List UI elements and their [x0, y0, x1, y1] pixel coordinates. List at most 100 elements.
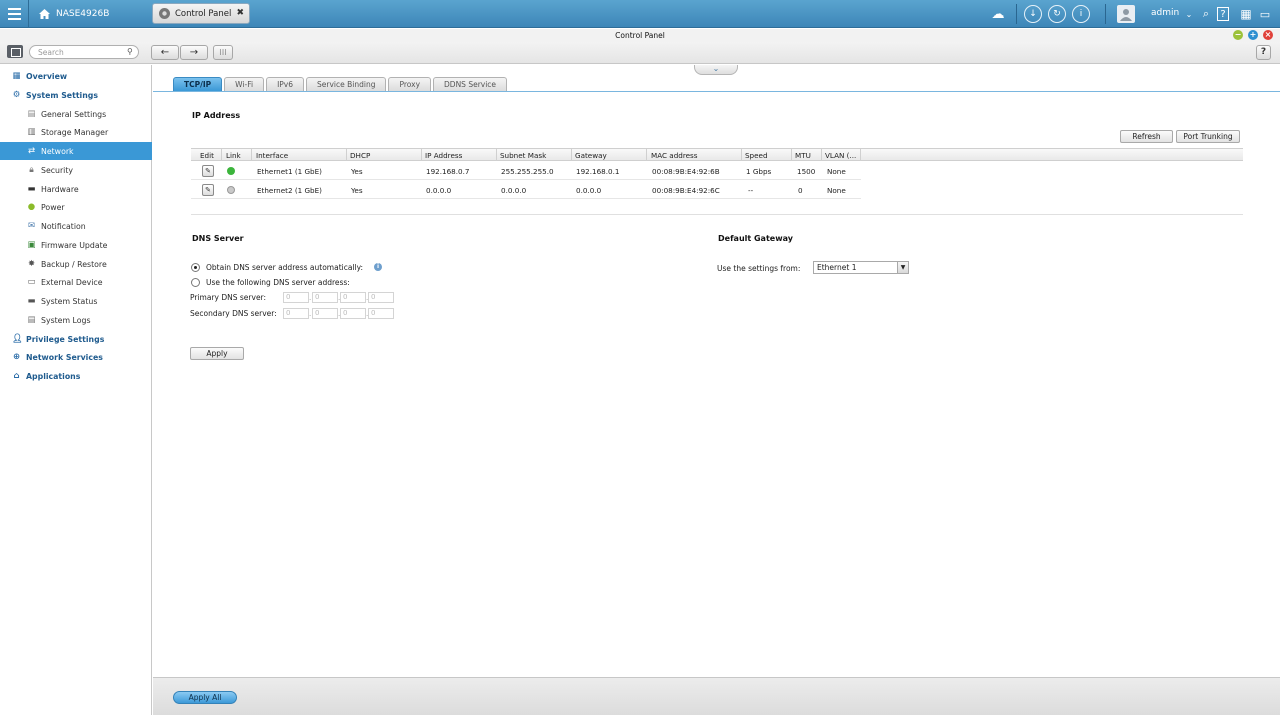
primary-dns-octet-3[interactable]: 0 [340, 292, 366, 303]
log-icon: ▤ [27, 314, 36, 325]
dns-server-heading: DNS Server [192, 234, 244, 243]
user-name[interactable]: admin [1151, 8, 1179, 18]
window-title: Control Panel [615, 31, 665, 40]
dns-auto-label: Obtain DNS server address automatically: [206, 263, 364, 272]
chevron-down-icon[interactable]: ⌄ [1180, 5, 1198, 23]
sidebar-item-system-logs[interactable]: ▤ System Logs [0, 311, 152, 329]
gateway-use-label: Use the settings from: [717, 264, 801, 273]
sidebar-item-power[interactable]: ● Power [0, 198, 152, 216]
device-name: NASE4926B [56, 8, 110, 19]
cell-mac-address: 00:08:9B:E4:92:6B [652, 167, 720, 176]
tab-bar: TCP/IP Wi-Fi IPv6 Service Binding Proxy … [173, 77, 508, 91]
tab-service-binding[interactable]: Service Binding [306, 77, 387, 91]
cell-gateway: 0.0.0.0 [576, 186, 602, 195]
search-placeholder: Search [38, 48, 64, 57]
refresh-button[interactable]: Refresh [1120, 130, 1173, 143]
cell-gateway: 192.168.0.1 [576, 167, 620, 176]
info-icon[interactable]: i [374, 263, 382, 271]
help-icon[interactable]: ? [1217, 7, 1229, 21]
sidebar-item-system-status[interactable]: ▬ System Status [0, 292, 152, 310]
apply-all-button[interactable]: Apply All [173, 691, 237, 704]
sidebar-item-applications[interactable]: ⌂ Applications [0, 367, 152, 385]
cell-vlan: None [827, 186, 846, 195]
sidebar-item-external-device[interactable]: ▭ External Device [0, 273, 152, 291]
primary-dns-octet-1[interactable]: 0 [283, 292, 309, 303]
minimize-button[interactable]: − [1233, 30, 1243, 40]
secondary-dns-octet-3[interactable]: 0 [340, 308, 366, 319]
search-icon[interactable]: ⌕ [1197, 5, 1215, 23]
tab-control-panel[interactable]: Control Panel ✖ [152, 3, 250, 24]
help-button[interactable]: ? [1256, 45, 1271, 60]
primary-dns-label: Primary DNS server: [190, 293, 267, 302]
dns-manual-radio[interactable] [191, 278, 200, 287]
edit-icon[interactable]: ✎ [202, 165, 214, 177]
tab-ddns-service[interactable]: DDNS Service [433, 77, 508, 91]
edit-icon[interactable]: ✎ [202, 184, 214, 196]
primary-dns-octet-2[interactable]: 0 [312, 292, 338, 303]
table-row[interactable]: ✎ Ethernet1 (1 GbE) Yes 192.168.0.7 255.… [191, 162, 861, 180]
column-header-ip-address: IP Address [425, 151, 463, 160]
info-icon[interactable]: i [1072, 5, 1090, 23]
home-tab[interactable]: NASE4926B [31, 3, 149, 24]
collapse-toggle[interactable]: ⌄ [694, 65, 738, 75]
chevron-down-icon[interactable]: ▼ [897, 262, 908, 273]
cloud-icon[interactable]: ☁ [989, 5, 1007, 23]
avatar[interactable] [1117, 5, 1135, 23]
tab-ipv6[interactable]: IPv6 [266, 77, 305, 91]
tab-tcp-ip[interactable]: TCP/IP [173, 77, 223, 91]
sidebar-item-network[interactable]: ⇄ Network [0, 142, 152, 160]
download-icon[interactable]: ↓ [1024, 5, 1042, 23]
port-trunking-button[interactable]: Port Trunking [1176, 130, 1240, 143]
link-status-dot [227, 167, 235, 175]
apply-button[interactable]: Apply [190, 347, 244, 360]
secondary-dns-octet-2[interactable]: 0 [312, 308, 338, 319]
tab-wi-fi[interactable]: Wi-Fi [224, 77, 265, 91]
primary-dns-octet-4[interactable]: 0 [368, 292, 394, 303]
tab-label: Control Panel [175, 8, 232, 19]
sidebar-item-firmware-update[interactable]: ▣ Firmware Update [0, 236, 152, 254]
table-row[interactable]: ✎ Ethernet2 (1 GbE) Yes 0.0.0.0 0.0.0.0 … [191, 181, 861, 199]
close-button[interactable]: × [1263, 30, 1273, 40]
monitor-icon[interactable]: ▭ [1256, 5, 1274, 23]
cell-interface: Ethernet1 (1 GbE) [257, 167, 322, 176]
back-button[interactable]: ← [151, 45, 179, 60]
sidebar-item-security[interactable]: 🔒︎ Security [0, 161, 152, 179]
sidebar-item-notification[interactable]: ✉ Notification [0, 217, 152, 235]
sidebar-item-hardware[interactable]: ▬ Hardware [0, 180, 152, 198]
settings-sheet-icon: ▤ [27, 108, 36, 119]
column-header-vlan: VLAN (... [825, 151, 857, 160]
column-header-link: Link [226, 151, 241, 160]
forward-button[interactable]: → [180, 45, 208, 60]
sidebar-item-system-settings[interactable]: ⚙ System Settings [0, 86, 152, 104]
dns-manual-label: Use the following DNS server address: [206, 278, 350, 287]
cell-mtu: 0 [798, 186, 803, 195]
divider [1016, 4, 1017, 24]
apps-grid-button[interactable]: ⁝⁝⁝ [213, 45, 233, 60]
main-menu-button[interactable] [0, 0, 29, 28]
external-device-icon: ▭ [27, 276, 36, 287]
sync-icon[interactable]: ↻ [1048, 5, 1066, 23]
sidebar-toggle-icon[interactable] [7, 45, 23, 58]
cell-dhcp: Yes [351, 167, 363, 176]
secondary-dns-octet-1[interactable]: 0 [283, 308, 309, 319]
search-input[interactable]: Search [29, 45, 139, 59]
table-header: Edit Link Interface DHCP IP Address Subn… [191, 148, 1243, 161]
gateway-select[interactable]: Ethernet 1 ▼ [813, 261, 909, 274]
secondary-dns-octet-4[interactable]: 0 [368, 308, 394, 319]
column-header-mtu: MTU [795, 151, 811, 160]
sidebar-item-backup-restore[interactable]: ✸ Backup / Restore [0, 255, 152, 273]
close-tab-icon[interactable]: ✖ [236, 8, 244, 18]
search-icon[interactable]: ⚲ [127, 47, 133, 56]
maximize-button[interactable]: + [1248, 30, 1258, 40]
sidebar-item-privilege-settings[interactable]: 👤︎ Privilege Settings [0, 330, 152, 348]
dns-auto-radio[interactable] [191, 263, 200, 272]
cell-subnet-mask: 255.255.255.0 [501, 167, 554, 176]
sidebar-item-overview[interactable]: ▦ Overview [0, 67, 152, 85]
sidebar-item-storage-manager[interactable]: ▥ Storage Manager [0, 123, 152, 141]
toolbar: Search ⚲ ← → ⁝⁝⁝ ? [0, 42, 1280, 64]
network-icon: ⇄ [27, 145, 36, 156]
sidebar-item-general-settings[interactable]: ▤ General Settings [0, 105, 152, 123]
grid-icon[interactable]: ▦ [1237, 5, 1255, 23]
sidebar-item-network-services[interactable]: ⊕ Network Services [0, 348, 152, 366]
tab-proxy[interactable]: Proxy [388, 77, 432, 91]
